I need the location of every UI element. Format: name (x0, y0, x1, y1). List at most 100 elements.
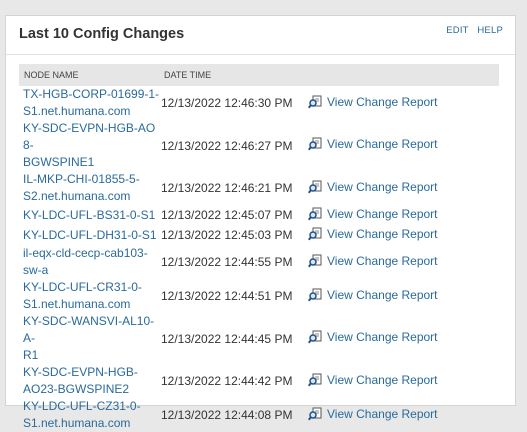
node-name-cell: KY-LDC-UFL-CZ31-0- S1.net.humana.com (19, 398, 159, 432)
table-row: KY-LDC-UFL-DH31-0-S1 12/13/2022 12:45:03 … (19, 225, 499, 245)
node-name-line2: R1 (23, 348, 39, 362)
table-row: KY-LDC-UFL-CR31-0- S1.net.humana.com 12/13… (19, 279, 499, 313)
date-time-cell: 12/13/2022 12:46:21 PM (161, 181, 293, 195)
magnifier-document-icon (308, 330, 322, 344)
view-change-report-label: View Change Report (327, 372, 438, 387)
node-name-link[interactable]: KY-SDC-WANSVI-AL10-A- R1 (23, 313, 161, 364)
config-changes-table-wrap: NODE NAME DATE TIME TX-HGB-CORP-01699-1-… (19, 64, 499, 432)
view-change-report-link[interactable]: View Change Report (308, 373, 438, 387)
node-name-link[interactable]: il-eqx-cld-cecp-cab103- sw-a (23, 245, 161, 279)
report-cell: View Change Report (304, 245, 499, 279)
table-row: il-eqx-cld-cecp-cab103- sw-a 12/13/2022 12… (19, 245, 499, 279)
view-change-report-label: View Change Report (327, 137, 438, 151)
date-time-cell: 12/13/2022 12:45:07 PM (161, 208, 293, 222)
node-name-line1: il-eqx-cld-cecp-cab103- (23, 246, 148, 260)
help-link[interactable]: HELP (477, 25, 503, 36)
magnifier-document-icon (308, 373, 322, 387)
node-name-link[interactable]: TX-HGB-CORP-01699-1- S1.net.humana.com (23, 86, 161, 120)
node-name-line1: KY-SDC-EVPN-HGB-AO8- (23, 121, 156, 152)
node-name-cell: KY-LDC-UFL-CR31-0- S1.net.humana.com (19, 279, 159, 313)
table-row: KY-LDC-UFL-BS31-0-S1 12/13/2022 12:45:07 … (19, 205, 499, 225)
view-change-report-link[interactable]: View Change Report (308, 95, 438, 109)
date-time-cell: 12/13/2022 12:44:42 PM (161, 374, 293, 388)
magnifier-document-icon (308, 180, 322, 194)
report-cell: View Change Report (304, 205, 499, 225)
node-name-line2: S1.net.humana.com (23, 416, 131, 430)
view-change-report-label: View Change Report (327, 206, 438, 221)
date-time-cell: 12/13/2022 12:45:03 PM (161, 228, 293, 242)
view-change-report-label: View Change Report (327, 330, 438, 344)
column-header-report (304, 64, 499, 86)
node-name-line2: S1.net.humana.com (23, 104, 131, 118)
date-time-cell: 12/13/2022 12:46:27 PM (161, 138, 293, 153)
view-change-report-label: View Change Report (327, 253, 438, 268)
node-name-cell: KY-LDC-UFL-BS31-0-S1 (19, 205, 159, 225)
node-name-line1: IL-MKP-CHI-01855-5- (23, 172, 140, 186)
node-name-line2: BGWSPINE1 (23, 155, 95, 169)
report-cell: View Change Report (304, 86, 499, 120)
magnifier-document-icon (308, 95, 322, 109)
node-name-line1: KY-SDC-WANSVI-AL10-A- (23, 314, 155, 345)
node-name-link[interactable]: IL-MKP-CHI-01855-5- S2.net.humana.com (23, 171, 161, 205)
report-cell: View Change Report (304, 120, 499, 171)
node-name-cell: KY-SDC-WANSVI-AL10-A- R1 (19, 313, 159, 364)
node-name-line1: KY-LDC-UFL-DH31-0-S1 (23, 227, 157, 242)
date-time-cell: 12/13/2022 12:44:45 PM (161, 331, 293, 346)
node-name-link[interactable]: KY-LDC-UFL-CR31-0- S1.net.humana.com (23, 279, 161, 313)
node-name-link[interactable]: KY-SDC-EVPN-HGB- AO23-BGWSPINE2 (23, 364, 161, 398)
magnifier-document-icon (308, 207, 322, 221)
report-cell: View Change Report (304, 364, 499, 398)
table-row: KY-SDC-EVPN-HGB- AO23-BGWSPINE2 12/13/2022… (19, 364, 499, 398)
view-change-report-link[interactable]: View Change Report (308, 180, 438, 194)
table-row: KY-SDC-EVPN-HGB-AO8- BGWSPINE1 12/13/2022 … (19, 120, 499, 171)
table-row: TX-HGB-CORP-01699-1- S1.net.humana.com 12/… (19, 86, 499, 120)
node-name-cell: IL-MKP-CHI-01855-5- S2.net.humana.com (19, 171, 159, 205)
node-name-line1: KY-LDC-UFL-BS31-0-S1 (23, 207, 156, 222)
view-change-report-link[interactable]: View Change Report (308, 137, 438, 151)
report-cell: View Change Report (304, 279, 499, 313)
widget-header: Last 10 Config Changes EDIT HELP (6, 16, 515, 55)
view-change-report-link[interactable]: View Change Report (308, 207, 438, 221)
widget-title: Last 10 Config Changes (19, 26, 185, 42)
view-change-report-link[interactable]: View Change Report (308, 288, 438, 302)
view-change-report-link[interactable]: View Change Report (308, 254, 438, 268)
node-name-cell: TX-HGB-CORP-01699-1- S1.net.humana.com (19, 86, 159, 120)
table-row: KY-LDC-UFL-CZ31-0- S1.net.humana.com 12/13… (19, 398, 499, 432)
header-links: EDIT HELP (440, 25, 503, 36)
date-time-cell: 12/13/2022 12:44:51 PM (161, 289, 293, 303)
report-cell: View Change Report (304, 313, 499, 364)
magnifier-document-icon (308, 288, 322, 302)
edit-link[interactable]: EDIT (446, 25, 468, 36)
node-name-line1: KY-SDC-EVPN-HGB- (23, 365, 138, 379)
view-change-report-label: View Change Report (327, 226, 438, 241)
node-name-cell: KY-SDC-EVPN-HGB- AO23-BGWSPINE2 (19, 364, 159, 398)
report-cell: View Change Report (304, 398, 499, 432)
date-time-cell: 12/13/2022 12:44:55 PM (161, 255, 293, 269)
node-name-link[interactable]: KY-SDC-EVPN-HGB-AO8- BGWSPINE1 (23, 120, 161, 171)
node-name-link[interactable]: KY-LDC-UFL-CZ31-0- S1.net.humana.com (23, 398, 161, 432)
report-cell: View Change Report (304, 171, 499, 205)
date-time-cell: 12/13/2022 12:44:08 PM (161, 408, 293, 422)
magnifier-document-icon (308, 137, 322, 151)
node-name-link[interactable]: KY-LDC-UFL-BS31-0-S1 (23, 207, 161, 224)
node-name-line2: S2.net.humana.com (23, 189, 131, 203)
node-name-cell: KY-SDC-EVPN-HGB-AO8- BGWSPINE1 (19, 120, 159, 171)
view-change-report-label: View Change Report (327, 287, 438, 302)
node-name-link[interactable]: KY-LDC-UFL-DH31-0-S1 (23, 227, 161, 244)
config-changes-table: NODE NAME DATE TIME TX-HGB-CORP-01699-1-… (19, 64, 499, 432)
table-row: KY-SDC-WANSVI-AL10-A- R1 12/13/2022 12:44:… (19, 313, 499, 364)
table-row: IL-MKP-CHI-01855-5- S2.net.humana.com 12/1… (19, 171, 499, 205)
report-cell: View Change Report (304, 225, 499, 245)
node-name-line2: AO23-BGWSPINE2 (23, 382, 130, 396)
magnifier-document-icon (308, 227, 322, 241)
view-change-report-link[interactable]: View Change Report (308, 330, 438, 344)
node-name-cell: il-eqx-cld-cecp-cab103- sw-a (19, 245, 159, 279)
node-name-line1: KY-LDC-UFL-CR31-0- (23, 280, 142, 294)
column-header-node-name: NODE NAME (19, 64, 159, 86)
node-name-cell: KY-LDC-UFL-DH31-0-S1 (19, 225, 159, 245)
view-change-report-link[interactable]: View Change Report (308, 227, 438, 241)
view-change-report-label: View Change Report (327, 179, 438, 194)
config-changes-widget: Last 10 Config Changes EDIT HELP NODE NA… (5, 15, 516, 430)
node-name-line2: S1.net.humana.com (23, 297, 131, 311)
date-time-cell: 12/13/2022 12:46:30 PM (161, 96, 293, 110)
